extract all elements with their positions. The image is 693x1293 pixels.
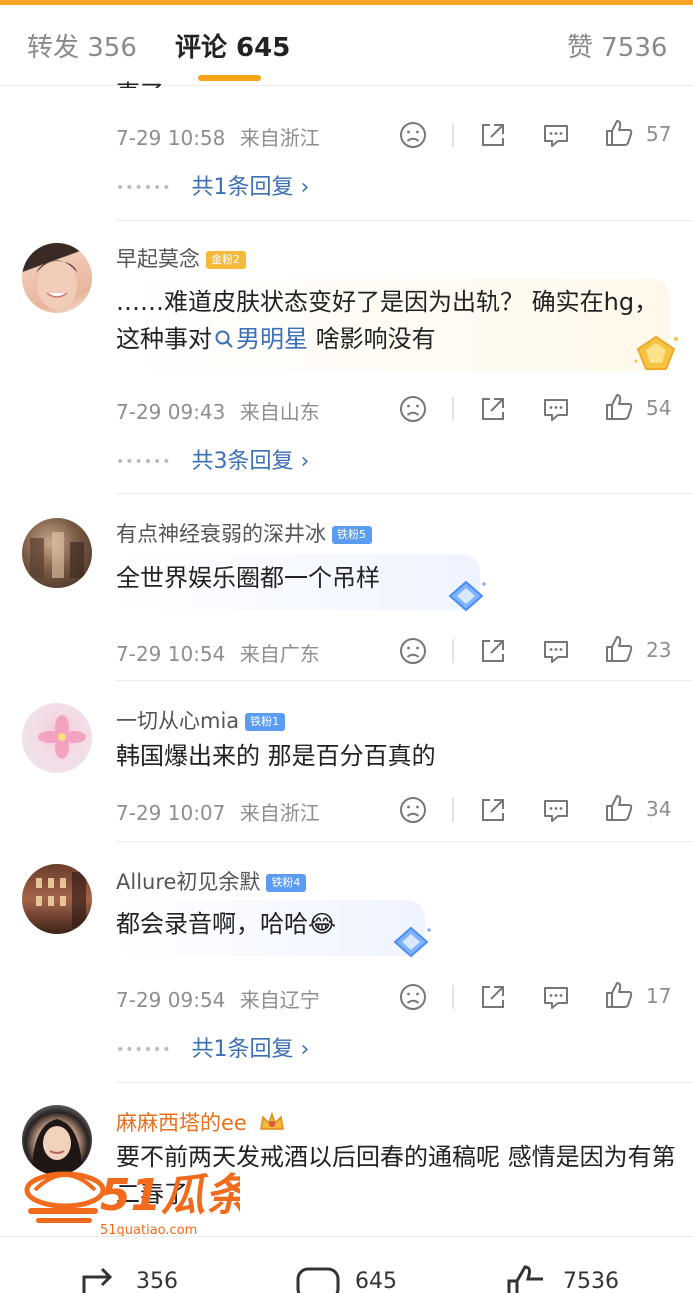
comment-text: ……难道皮肤状态变好了是因为出轨？ 确实在hg，这种事对 男明星 啥影响没有 [116,288,659,353]
avatar[interactable] [22,243,92,313]
comment-icon[interactable] [541,795,571,825]
crown-badge-icon [259,1111,284,1130]
comment-meta: 7-29 10:58 来自浙江 [116,122,320,151]
like-count: 54 [646,396,672,420]
username[interactable]: Allure初见余默 铁粉4 [116,866,307,896]
tab-comments[interactable]: 评论 645 [175,27,290,64]
dislike-icon[interactable] [398,120,428,150]
like-count: 34 [646,797,672,821]
comment-divider [116,680,693,681]
comment-icon[interactable] [541,394,571,424]
repost-icon [82,1267,113,1293]
comment-divider [116,1082,693,1083]
comment-time: 7-29 09:43 [116,400,226,424]
like-icon [507,1265,543,1293]
fan-badge: 铁粉4 [266,874,307,892]
fan-badge: 金粉2 [206,251,246,269]
share-icon[interactable] [478,636,508,666]
avatar[interactable] [22,864,92,934]
username[interactable]: 一切从心mia 铁粉1 [116,705,286,735]
share-icon[interactable] [478,795,508,825]
comment-meta: 7-29 09:43 来自山东 [116,396,320,425]
view-replies-link[interactable]: •••••• 共3条回复 › [116,443,309,475]
topic-link[interactable]: 男明星 [212,325,308,353]
comment-location: 来自辽宁 [239,988,320,1012]
like-count: 17 [646,984,672,1008]
bottom-repost-button[interactable]: 356 [80,1263,230,1293]
comment-location: 来自广东 [239,642,320,666]
comment-location: 来自浙江 [239,801,320,825]
action-separator [452,639,454,663]
dislike-icon[interactable] [398,636,428,666]
comment-meta: 7-29 10:07 来自浙江 [116,797,320,826]
view-replies-link[interactable]: •••••• 共1条回复 › [116,1031,309,1063]
watermark-logo: 51瓜条 51guatiao.com [20,1160,254,1240]
bottom-action-bar: 356 645 7536 [0,1236,693,1293]
username[interactable]: 有点神经衰弱的深井冰 铁粉5 [116,518,372,548]
watermark-text: 51瓜条 [100,1170,240,1221]
action-separator [452,397,454,421]
comment-time: 7-29 10:54 [116,642,226,666]
comment-meta: 7-29 09:54 来自辽宁 [116,984,320,1013]
username[interactable]: 早起莫念 金粉2 [116,243,246,273]
tab-bar: 转发 356 评论 645 赞 7536 [0,5,693,86]
tab-likes[interactable]: 赞 7536 [567,27,667,64]
username[interactable]: 麻麻西塔的ee [116,1107,286,1137]
comment-text: 都会录音啊，哈哈😂 [116,910,337,938]
dislike-icon[interactable] [398,795,428,825]
bottom-like-button[interactable]: 7536 [505,1263,655,1293]
comment-meta: 7-29 10:54 来自广东 [116,638,320,667]
bottom-comment-button[interactable]: 645 [295,1263,445,1293]
like-count: 23 [646,638,672,662]
comment-text-tail: 事了 [116,74,164,88]
comment-text: 全世界娱乐圈都一个吊样 [116,564,380,592]
share-icon[interactable] [478,982,508,1012]
comment-location: 来自山东 [239,400,320,424]
comment-icon[interactable] [541,636,571,666]
comment-divider [116,493,693,494]
comment-time: 7-29 10:07 [116,801,226,825]
comment-divider [116,220,693,221]
fan-badge: 铁粉5 [332,526,372,544]
active-tab-indicator [198,75,261,81]
share-icon[interactable] [478,120,508,150]
avatar[interactable] [22,703,92,773]
comment-icon [296,1267,340,1293]
like-icon[interactable] [604,634,634,664]
action-separator [452,798,454,822]
share-icon[interactable] [478,394,508,424]
like-icon[interactable] [604,118,634,148]
like-icon[interactable] [604,392,634,422]
comment-icon[interactable] [541,982,571,1012]
comment-time: 7-29 10:58 [116,126,226,150]
action-separator [452,123,454,147]
dislike-icon[interactable] [398,982,428,1012]
comment-text: 韩国爆出来的 那是百分百真的 [116,742,436,770]
comment-icon[interactable] [541,120,571,150]
search-icon [215,330,233,348]
comment-time: 7-29 09:54 [116,988,226,1012]
action-separator [452,985,454,1009]
like-icon[interactable] [604,793,634,823]
avatar[interactable] [22,518,92,588]
fan-badge: 铁粉1 [245,713,286,731]
like-count: 57 [646,122,672,146]
view-replies-link[interactable]: •••••• 共1条回复 › [116,169,309,201]
tab-repost[interactable]: 转发 356 [27,27,137,64]
comment-location: 来自浙江 [239,126,320,150]
comment-divider [116,841,693,842]
like-icon[interactable] [604,980,634,1010]
dislike-icon[interactable] [398,394,428,424]
